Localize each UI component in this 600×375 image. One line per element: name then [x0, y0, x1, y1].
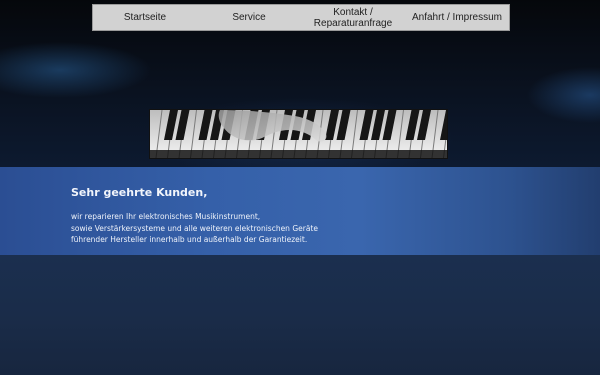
intro-line: sowie Verstärkersysteme und alle weitere… [71, 223, 318, 233]
content-area [0, 255, 600, 375]
main-navigation: Startseite Service Kontakt / Reparaturan… [92, 4, 510, 31]
keyboard-illustration [150, 110, 447, 158]
intro-title: Sehr geehrte Kunden, [71, 186, 208, 199]
nav-item-service[interactable]: Service [197, 5, 301, 30]
nav-item-anfahrt-impressum[interactable]: Anfahrt / Impressum [405, 5, 509, 30]
intro-line: führender Hersteller innerhalb und außer… [71, 235, 308, 244]
intro-line: wir reparieren Ihr elektronisches Musiki… [71, 212, 261, 221]
keyboard-hero-image [149, 109, 448, 159]
intro-text: wir reparieren Ihr elektronisches Musiki… [71, 211, 401, 246]
nav-item-startseite[interactable]: Startseite [93, 5, 197, 30]
nav-item-kontakt[interactable]: Kontakt / Reparaturanfrage [301, 5, 405, 30]
